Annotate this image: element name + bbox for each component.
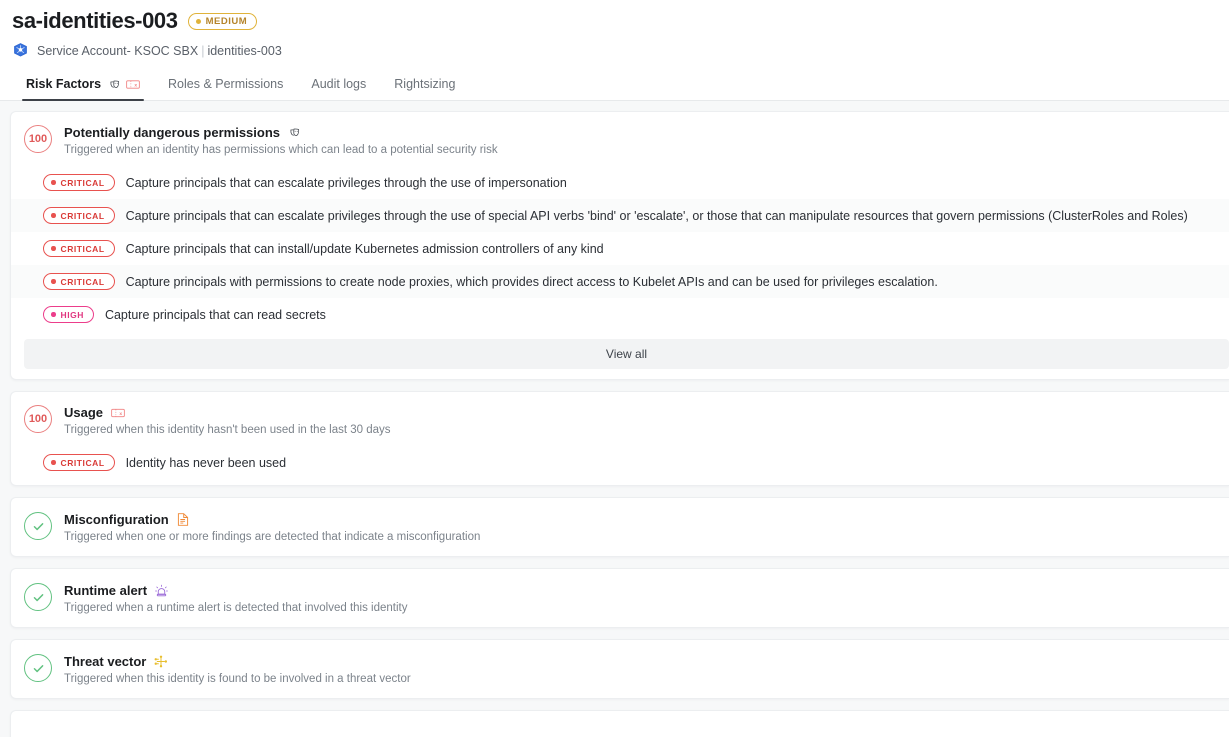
title-row: sa-identities-003 MEDIUM: [12, 8, 1229, 34]
risk-factor-text: Threat vector Triggered when this identi…: [64, 653, 411, 685]
severity-label: CRITICAL: [60, 210, 105, 221]
breadcrumb-identity: identities-003: [207, 43, 282, 58]
risk-factor-card-runtime-alert: Runtime alert Triggered when a runtime a…: [10, 568, 1229, 628]
check-circle-icon: [24, 512, 52, 540]
risk-factor-title: Misconfiguration: [64, 512, 169, 527]
risk-factor-card-misconfiguration: Misconfiguration Triggered when one or m…: [10, 497, 1229, 557]
risk-factor-title-line: Runtime alert: [64, 583, 407, 598]
risk-factor-card-next-partial: [10, 710, 1229, 737]
breadcrumb-divider: |: [201, 43, 205, 58]
risk-score-badge: 100: [24, 125, 52, 153]
severity-label: CRITICAL: [60, 276, 105, 287]
tab-rightsizing-label: Rightsizing: [394, 77, 456, 91]
tab-roles-permissions[interactable]: Roles & Permissions: [154, 71, 297, 100]
view-all-button[interactable]: View all: [24, 339, 1229, 369]
risk-factor-text: Usage x Triggered when this identity has…: [64, 404, 391, 436]
risk-factor-description: Triggered when this identity is found to…: [64, 673, 411, 685]
document-icon: [177, 513, 188, 526]
finding-text: Capture principals that can escalate pri…: [125, 208, 1188, 223]
siren-icon: [155, 584, 169, 596]
finding-row[interactable]: CRITICAL Capture principals that can esc…: [11, 166, 1229, 199]
risk-factor-title: Usage: [64, 405, 104, 420]
svg-text:x: x: [119, 412, 122, 417]
risk-factor-title-line: Potentially dangerous permissions: [64, 125, 498, 140]
risk-factor-header: Threat vector Triggered when this identi…: [11, 640, 1229, 698]
masks-icon: [290, 128, 300, 136]
tab-audit-logs-label: Audit logs: [311, 77, 367, 91]
finding-text: Capture principals that can read secrets: [104, 307, 326, 322]
finding-row[interactable]: CRITICAL Capture principals with permiss…: [11, 265, 1229, 298]
severity-dot-icon: [51, 180, 56, 185]
risk-factor-title-line: Misconfiguration: [64, 512, 480, 527]
breadcrumb: Service Account- KSOC SBX | identities-003: [12, 42, 1229, 59]
risk-factor-text: Misconfiguration Triggered when one or m…: [64, 511, 480, 543]
risk-factor-card-threat-vector: Threat vector Triggered when this identi…: [10, 639, 1229, 699]
tab-risk-factors-icons: x: [108, 78, 140, 91]
risk-factor-title: Threat vector: [64, 654, 147, 669]
status-badge: MEDIUM: [187, 12, 258, 30]
tab-roles-permissions-label: Roles & Permissions: [168, 77, 284, 91]
severity-label: CRITICAL: [60, 243, 105, 254]
risk-score-badge: 100: [24, 405, 52, 433]
risk-factor-header: Runtime alert Triggered when a runtime a…: [11, 569, 1229, 627]
severity-badge-label: MEDIUM: [205, 15, 248, 27]
svg-text:x: x: [134, 83, 137, 88]
finding-row[interactable]: CRITICAL Identity has never been used: [11, 446, 1229, 485]
severity-dot-icon: [51, 279, 56, 284]
severity-badge-critical: CRITICAL: [43, 273, 115, 290]
finding-text: Identity has never been used: [125, 455, 287, 470]
severity-label: CRITICAL: [60, 177, 105, 188]
risk-factor-header: 100 Potentially dangerous permissions Tr…: [11, 112, 1229, 166]
breadcrumb-text: Service Account- KSOC SBX | identities-003: [37, 44, 282, 58]
risk-factor-header: Misconfiguration Triggered when one or m…: [11, 498, 1229, 556]
check-circle-icon: [24, 654, 52, 682]
risk-factor-description: Triggered when a runtime alert is detect…: [64, 602, 408, 614]
severity-dot-icon: [51, 246, 56, 251]
tab-audit-logs[interactable]: Audit logs: [297, 71, 380, 100]
severity-badge-critical: CRITICAL: [43, 207, 115, 224]
page-title: sa-identities-003: [12, 8, 178, 33]
severity-label: HIGH: [60, 309, 84, 320]
tab-bar: Risk Factors x Roles & Permissions Audit…: [0, 71, 1229, 101]
tab-risk-factors-label: Risk Factors: [26, 77, 102, 91]
risk-factor-title: Potentially dangerous permissions: [64, 125, 280, 140]
risk-factor-header: 100 Usage x Triggered when this identity…: [11, 392, 1229, 446]
risk-factor-text: Potentially dangerous permissions Trigge…: [64, 124, 498, 156]
tab-risk-factors[interactable]: Risk Factors x: [12, 71, 154, 101]
risk-factor-description: Triggered when an identity has permissio…: [64, 144, 498, 156]
severity-badge-critical: CRITICAL: [43, 174, 115, 191]
finding-text: Capture principals with permissions to c…: [125, 274, 938, 289]
page-header: sa-identities-003 MEDIUM Service Account…: [0, 0, 1229, 101]
risk-factor-description: Triggered when this identity hasn't been…: [64, 424, 391, 436]
breadcrumb-account: Service Account- KSOC SBX: [37, 43, 199, 58]
finding-text: Capture principals that can escalate pri…: [125, 175, 567, 190]
ticket-icon: x: [111, 408, 125, 417]
severity-dot-icon: [51, 460, 56, 465]
severity-badge-critical: CRITICAL: [43, 454, 115, 471]
severity-dot-icon: [195, 18, 201, 24]
risk-factor-card-usage: 100 Usage x Triggered when this identity…: [10, 391, 1229, 486]
risk-factor-title: Runtime alert: [64, 583, 148, 598]
finding-row[interactable]: CRITICAL Capture principals that can ins…: [11, 232, 1229, 265]
check-circle-icon: [24, 583, 52, 611]
risk-factors-list: 100 Potentially dangerous permissions Tr…: [0, 101, 1229, 737]
finding-text: Capture principals that can install/upda…: [125, 241, 604, 256]
severity-label: CRITICAL: [60, 457, 105, 468]
risk-factor-card-permissions: 100 Potentially dangerous permissions Tr…: [10, 111, 1229, 380]
severity-badge-high: HIGH: [43, 306, 94, 323]
masks-icon: [110, 80, 120, 88]
risk-factor-text: Runtime alert Triggered when a runtime a…: [64, 582, 407, 614]
severity-dot-icon: [51, 312, 56, 317]
ticket-icon: x: [126, 79, 140, 88]
risk-factor-title-line: Threat vector: [64, 654, 411, 669]
risk-factor-title-line: Usage x: [64, 405, 391, 420]
finding-row[interactable]: CRITICAL Capture principals that can esc…: [11, 199, 1229, 232]
network-icon: [154, 655, 168, 668]
severity-badge-critical: CRITICAL: [43, 240, 115, 257]
risk-factor-description: Triggered when one or more findings are …: [64, 531, 481, 543]
kubernetes-icon: [14, 43, 27, 57]
tab-rightsizing[interactable]: Rightsizing: [380, 71, 469, 100]
severity-dot-icon: [51, 213, 56, 218]
finding-row[interactable]: HIGH Capture principals that can read se…: [11, 298, 1229, 331]
